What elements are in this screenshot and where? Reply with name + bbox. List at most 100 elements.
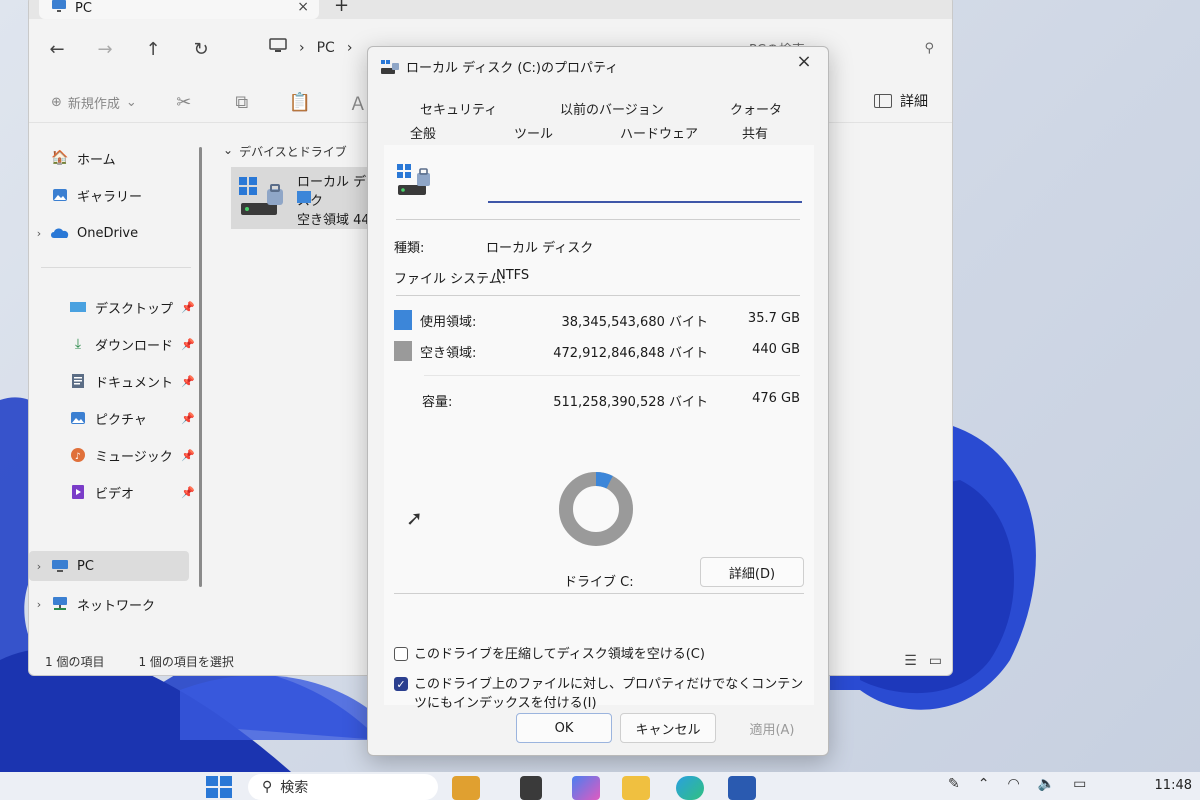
tiles-view-icon[interactable]: ▭ (929, 653, 942, 669)
drive-name-input[interactable] (488, 175, 802, 203)
copilot-icon[interactable] (572, 776, 600, 800)
compress-checkbox-row[interactable]: このドライブを圧縮してディスク領域を空ける(C) (394, 645, 804, 664)
system-tray: ✎ ⌃ ◠ 🔈 ▭ (948, 776, 1086, 792)
chevron-up-icon[interactable]: ⌃ (978, 776, 990, 792)
pin-icon[interactable]: 📌 (181, 412, 195, 425)
sidebar-item-gallery[interactable]: ギャラリー (29, 180, 189, 210)
edge-browser-icon[interactable] (676, 776, 704, 800)
chevron-right-icon[interactable]: › (29, 598, 49, 611)
donut-free-segment (559, 472, 633, 546)
disk-details-button[interactable]: 詳細(D) (700, 557, 804, 587)
paste-icon[interactable]: 📋 (289, 92, 311, 113)
tab-tools[interactable]: ツール (514, 123, 553, 142)
type-row: 種類: ローカル ディスク (394, 237, 593, 256)
new-button-label: 新規作成 (67, 97, 120, 112)
chevron-right-icon[interactable]: › (29, 227, 49, 240)
cancel-button[interactable]: キャンセル (620, 713, 716, 743)
tab-title: PC (75, 0, 92, 16)
cut-icon[interactable]: ✂ (173, 92, 195, 113)
clock[interactable]: 11:48 (1155, 778, 1192, 793)
pc-icon (51, 0, 67, 17)
back-arrow-icon[interactable]: ← (37, 34, 77, 64)
wifi-icon[interactable]: ◠ (1007, 776, 1019, 792)
tab-pc[interactable]: PC × (39, 0, 319, 19)
sidebar-item-pc[interactable]: › PC (29, 551, 189, 581)
group-header-label: デバイスとドライブ (239, 145, 347, 159)
tab-security[interactable]: セキュリティ (420, 99, 497, 118)
breadcrumb-pc[interactable]: PC (317, 40, 335, 56)
local-disk-icon (397, 164, 430, 195)
group-header[interactable]: ⌄ デバイスとドライブ (223, 143, 347, 160)
tab-quota[interactable]: クォータ (730, 99, 782, 118)
free-space-label: 空き領域: (420, 346, 477, 361)
details-view-icon[interactable]: ☰ (904, 653, 917, 669)
chevron-right-icon: › (299, 40, 305, 56)
pin-icon[interactable]: 📌 (181, 301, 195, 314)
index-checkbox-row[interactable]: ✓ このドライブ上のファイルに対し、プロパティだけでなくコンテンツにもインデック… (394, 675, 804, 713)
taskbar: ⚲ 検索 ✎ ⌃ ◠ 🔈 ▭ 11:48 (0, 772, 1200, 800)
sidebar-item-desktop[interactable]: デスクトップ 📌 (29, 292, 195, 322)
taskbar-search-label: 検索 (280, 780, 309, 796)
taskbar-search[interactable]: ⚲ 検索 (248, 774, 438, 800)
file-explorer-taskbar-icon[interactable] (622, 776, 650, 800)
sidebar-item-downloads[interactable]: ⤓ ダウンロード 📌 (29, 329, 195, 359)
battery-icon[interactable]: ▭ (1073, 776, 1086, 792)
drive-letter-label: ドライブ C: (564, 575, 634, 590)
sidebar-item-home[interactable]: 🏠 ホーム (29, 143, 189, 173)
sidebar-scrollbar[interactable] (199, 147, 202, 587)
monitor-icon (269, 38, 287, 58)
refresh-icon[interactable]: ↻ (181, 34, 221, 64)
tab-close-icon[interactable]: × (297, 0, 309, 15)
sidebar-item-label: OneDrive (77, 225, 139, 241)
pin-icon[interactable]: 📌 (181, 486, 195, 499)
filesystem-row: ファイル システム: NTFS (394, 268, 529, 287)
pin-icon[interactable]: 📌 (181, 375, 195, 388)
copy-icon[interactable]: ⧉ (231, 92, 253, 113)
chevron-right-icon[interactable]: › (29, 560, 49, 573)
divider (424, 375, 800, 376)
new-button[interactable]: ⊕ 新規作成 ⌄ (51, 93, 137, 112)
forward-arrow-icon[interactable]: → (85, 34, 125, 64)
tab-hardware[interactable]: ハードウェア (620, 123, 698, 142)
divider (394, 593, 804, 594)
used-space-swatch (394, 310, 412, 330)
drive-free-space: 空き領域 44 (297, 213, 370, 228)
close-icon[interactable]: × (792, 51, 816, 72)
tab-sharing[interactable]: 共有 (742, 123, 768, 142)
sidebar-item-network[interactable]: › ネットワーク (29, 589, 189, 619)
dialog-title-bar[interactable]: ローカル ディスク (C:)のプロパティ (380, 57, 618, 76)
pictures-icon (67, 409, 89, 427)
sidebar-item-documents[interactable]: ドキュメント 📌 (29, 366, 195, 396)
desktop-icon (67, 298, 89, 316)
volume-icon[interactable]: 🔈 (1038, 776, 1055, 792)
details-pane-button[interactable]: 詳細 (874, 91, 928, 111)
apply-button[interactable]: 適用(A) (724, 713, 820, 743)
pin-icon[interactable]: 📌 (181, 449, 195, 462)
tab-general[interactable]: 全般 (410, 123, 436, 142)
new-tab-button[interactable]: + (334, 0, 349, 16)
tab-previous-versions[interactable]: 以前のバージョン (560, 99, 664, 118)
ok-button[interactable]: OK (516, 713, 612, 743)
drive-icon (381, 59, 399, 74)
up-arrow-icon[interactable]: ↑ (133, 34, 173, 64)
sidebar-item-pictures[interactable]: ピクチャ 📌 (29, 403, 195, 433)
widgets-app-icon[interactable] (452, 776, 480, 800)
sidebar-item-videos[interactable]: ビデオ 📌 (29, 477, 195, 507)
task-view-icon[interactable] (520, 776, 542, 800)
rename-icon[interactable]: Ａ (347, 90, 369, 116)
cloud-icon (49, 224, 71, 242)
index-checkbox[interactable]: ✓ (394, 677, 408, 691)
sidebar-item-label: ギャラリー (77, 189, 143, 205)
sidebar-item-music[interactable]: ♪ ミュージック 📌 (29, 440, 195, 470)
store-app-icon[interactable] (728, 776, 756, 800)
windows-start-icon[interactable] (206, 776, 232, 798)
sidebar-item-label: ドキュメント (95, 375, 174, 391)
sidebar-item-onedrive[interactable]: › OneDrive (29, 218, 189, 248)
pin-icon[interactable]: 📌 (181, 338, 195, 351)
compress-checkbox[interactable] (394, 647, 408, 661)
search-icon: ⚲ (262, 779, 273, 795)
pen-icon[interactable]: ✎ (948, 776, 960, 792)
drive-usage-bar (297, 191, 311, 203)
navigation-pane: 🏠 ホーム ギャラリー › OneDrive デスクトップ 📌 ⤓ ダウンロード… (29, 137, 199, 627)
dialog-title: ローカル ディスク (C:)のプロパティ (406, 61, 619, 76)
